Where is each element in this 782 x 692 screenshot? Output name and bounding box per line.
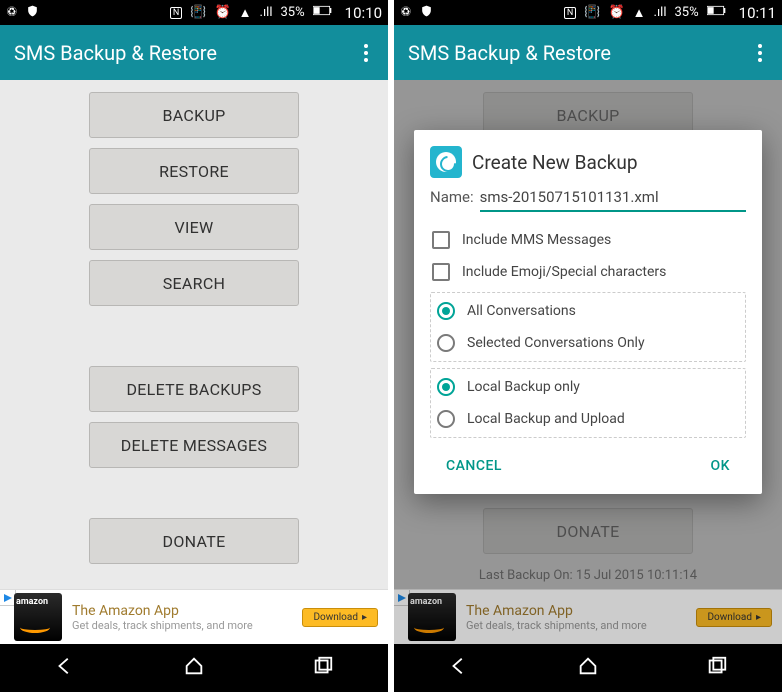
nfc-icon: N (564, 7, 576, 19)
phone-right: ♽ N 📳 ⏰ ▲ .ıll 35% 10:11 SMS Backup & Re… (394, 0, 782, 692)
app-icon (430, 146, 462, 178)
wifi-icon: ▲ (239, 5, 252, 21)
app-bar: SMS Backup & Restore (0, 25, 388, 80)
app-title: SMS Backup & Restore (14, 41, 217, 65)
battery-icon (707, 5, 727, 20)
back-button[interactable] (54, 655, 76, 681)
ad-title: The Amazon App (466, 603, 696, 619)
alarm-icon: ⏰ (608, 5, 624, 20)
conversation-scope-group: All Conversations Selected Conversations… (430, 292, 746, 362)
search-button[interactable]: SEARCH (89, 260, 299, 306)
recent-button[interactable] (312, 655, 334, 681)
home-button[interactable] (183, 655, 205, 681)
ad-subtitle: Get deals, track shipments, and more (466, 619, 696, 632)
name-input[interactable]: sms-20150715101131.xml (480, 188, 659, 206)
option-label: Local Backup and Upload (467, 411, 625, 427)
ad-subtitle: Get deals, track shipments, and more (72, 619, 302, 632)
option-label: Include Emoji/Special characters (462, 264, 666, 280)
selected-conversations-radio[interactable]: Selected Conversations Only (435, 327, 741, 359)
battery-icon (313, 5, 333, 20)
home-button[interactable] (577, 655, 599, 681)
option-label: Local Backup only (467, 379, 580, 395)
radio-icon (437, 334, 455, 352)
checkbox-icon (432, 231, 450, 249)
overflow-menu-button[interactable] (752, 38, 768, 68)
radio-icon (437, 378, 455, 396)
wifi-icon: ▲ (633, 5, 646, 21)
alarm-icon: ⏰ (214, 5, 230, 20)
ad-thumbnail (14, 593, 62, 641)
shield-icon (26, 4, 39, 22)
app-bar: SMS Backup & Restore (394, 25, 782, 80)
checkbox-icon (432, 263, 450, 281)
radio-icon (437, 410, 455, 428)
delete-backups-button[interactable]: DELETE BACKUPS (89, 366, 299, 412)
delete-messages-button[interactable]: DELETE MESSAGES (89, 422, 299, 468)
main-content: BACKUP RESTORE VIEW SEARCH DELETE BACKUP… (0, 80, 388, 574)
backup-button[interactable]: BACKUP (89, 92, 299, 138)
backup-destination-group: Local Backup only Local Backup and Uploa… (430, 368, 746, 438)
radio-icon (437, 302, 455, 320)
nav-bar (0, 644, 388, 692)
signal-icon: .ıll (260, 5, 273, 20)
include-mms-checkbox[interactable]: Include MMS Messages (430, 224, 746, 256)
option-label: Include MMS Messages (462, 232, 611, 248)
overflow-menu-button[interactable] (358, 38, 374, 68)
shield-icon (420, 4, 433, 22)
ad-download-button[interactable]: Download▸ (696, 608, 772, 627)
back-button[interactable] (448, 655, 470, 681)
option-label: Selected Conversations Only (467, 335, 645, 351)
include-emoji-checkbox[interactable]: Include Emoji/Special characters (430, 256, 746, 288)
ok-button[interactable]: OK (703, 452, 739, 480)
clock-text: 10:10 (345, 4, 382, 22)
ad-banner[interactable]: The Amazon App Get deals, track shipment… (394, 589, 782, 644)
local-only-radio[interactable]: Local Backup only (435, 371, 741, 403)
battery-text: 35% (675, 5, 699, 20)
app-title: SMS Backup & Restore (408, 41, 611, 65)
create-backup-dialog: Create New Backup Name: sms-201507151011… (414, 130, 762, 494)
donate-button[interactable]: DONATE (89, 518, 299, 564)
option-label: All Conversations (467, 303, 576, 319)
restore-button[interactable]: RESTORE (89, 148, 299, 194)
view-button[interactable]: VIEW (89, 204, 299, 250)
dialog-title: Create New Backup (472, 151, 638, 174)
battery-text: 35% (281, 5, 305, 20)
vibrate-icon: 📳 (190, 5, 206, 20)
all-conversations-radio[interactable]: All Conversations (435, 295, 741, 327)
ad-thumbnail (408, 593, 456, 641)
ad-text: The Amazon App Get deals, track shipment… (456, 603, 696, 632)
name-label: Name: (430, 188, 474, 206)
status-bar: ♽ N 📳 ⏰ ▲ .ıll 35% 10:10 (0, 0, 388, 25)
ad-banner[interactable]: The Amazon App Get deals, track shipment… (0, 589, 388, 644)
input-underline (480, 210, 746, 212)
ad-download-button[interactable]: Download▸ (302, 608, 378, 627)
nav-bar (394, 644, 782, 692)
recent-button[interactable] (706, 655, 728, 681)
ad-title: The Amazon App (72, 603, 302, 619)
bike-icon: ♽ (6, 5, 18, 20)
ad-text: The Amazon App Get deals, track shipment… (62, 603, 302, 632)
bike-icon: ♽ (400, 5, 412, 20)
status-bar: ♽ N 📳 ⏰ ▲ .ıll 35% 10:11 (394, 0, 782, 25)
vibrate-icon: 📳 (584, 5, 600, 20)
clock-text: 10:11 (739, 4, 776, 22)
phone-left: ♽ N 📳 ⏰ ▲ .ıll 35% 10:10 SMS Backup & Re… (0, 0, 388, 692)
signal-icon: .ıll (654, 5, 667, 20)
nfc-icon: N (170, 7, 182, 19)
local-and-upload-radio[interactable]: Local Backup and Upload (435, 403, 741, 435)
cancel-button[interactable]: CANCEL (438, 452, 510, 480)
